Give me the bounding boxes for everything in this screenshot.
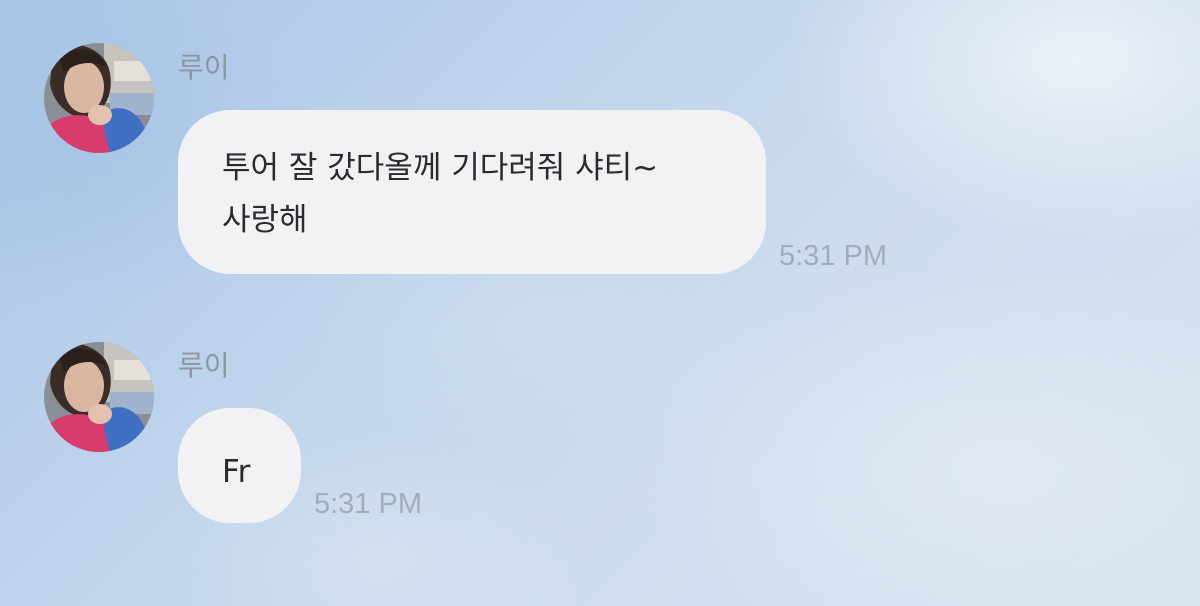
profile-photo-icon (44, 43, 154, 153)
message-text-line: Fr (222, 454, 251, 490)
message-timestamp: 5:31 PM (314, 488, 422, 520)
message-timestamp: 5:31 PM (779, 240, 887, 272)
avatar[interactable] (44, 43, 154, 153)
avatar[interactable] (44, 342, 154, 452)
message-bubble[interactable]: Fr (178, 408, 301, 523)
chat-background (0, 0, 1200, 606)
message-bubble[interactable]: 투어 잘 갔다올께 기다려줘 샤티~ 사랑해 (178, 110, 766, 274)
profile-photo-icon (44, 342, 154, 452)
sender-name: 루이 (178, 349, 230, 382)
sender-name: 루이 (178, 51, 230, 84)
message-text-line: 투어 잘 갔다올께 기다려줘 샤티~ (222, 150, 659, 186)
message-text-line: 사랑해 (222, 202, 308, 238)
